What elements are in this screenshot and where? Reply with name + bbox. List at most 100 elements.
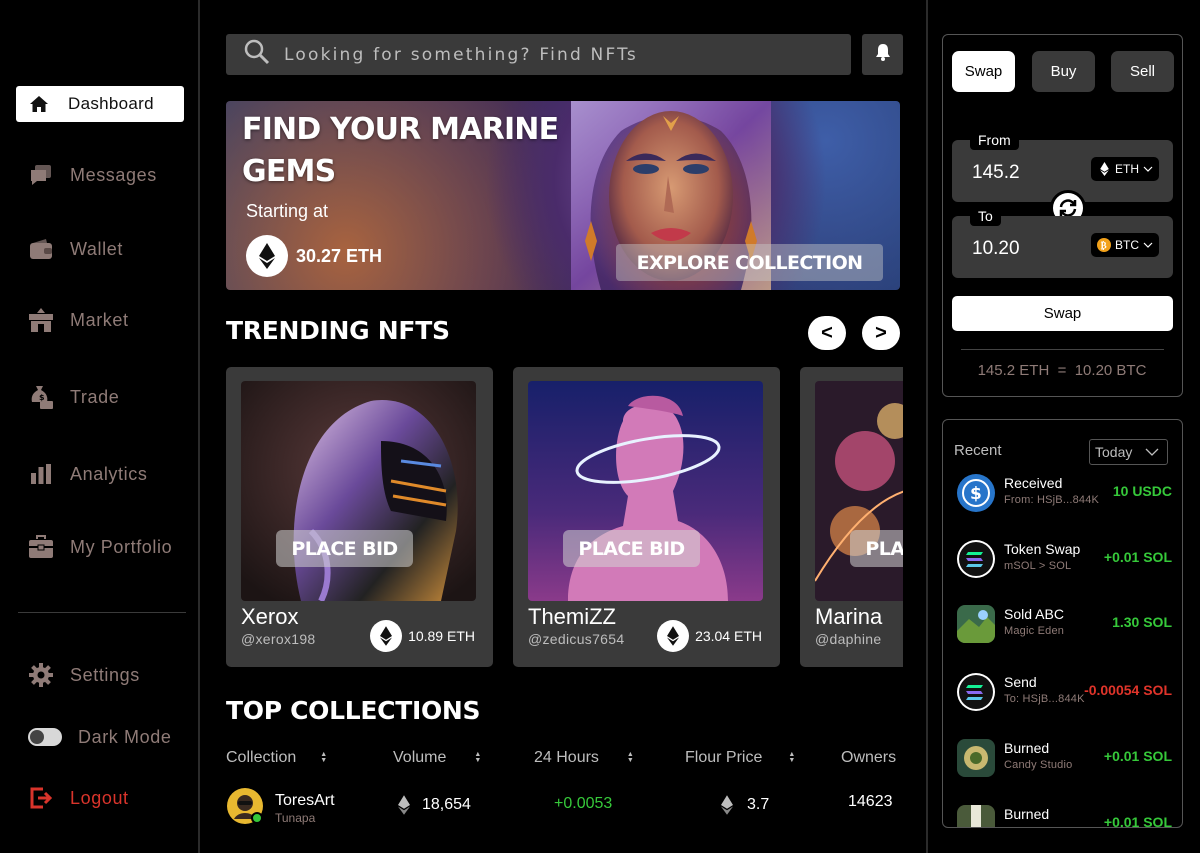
filter-value: Today bbox=[1095, 444, 1133, 460]
ethereum-icon bbox=[370, 620, 403, 652]
top-collections-title: TOP COLLECTIONS bbox=[226, 696, 481, 725]
transaction-title: Send bbox=[1004, 674, 1037, 690]
tab-swap[interactable]: Swap bbox=[952, 51, 1015, 92]
right-panel-divider bbox=[926, 0, 928, 853]
notifications-button[interactable] bbox=[862, 34, 903, 75]
transaction-amount: +0.01 SOL bbox=[1103, 549, 1172, 565]
nft-name: Xerox bbox=[241, 604, 299, 629]
token-symbol: ETH bbox=[1115, 162, 1139, 176]
svg-text:$: $ bbox=[39, 393, 45, 402]
usdc-icon: $ bbox=[957, 474, 995, 512]
column-label: Volume bbox=[393, 749, 447, 766]
sidebar-item-label: My Portfolio bbox=[70, 536, 173, 557]
nft-image bbox=[528, 381, 763, 601]
collection-avatar bbox=[226, 787, 264, 825]
column-header-volume[interactable]: Volume ▲ ▼ bbox=[393, 749, 481, 767]
trending-title: TRENDING NFTS bbox=[226, 316, 450, 345]
to-label: To bbox=[970, 206, 1001, 226]
trade-icon: $ bbox=[28, 384, 54, 410]
floor-price-value: 3.7 bbox=[747, 796, 770, 813]
explore-collection-button[interactable]: EXPLORE COLLECTION bbox=[616, 244, 883, 281]
solana-icon bbox=[957, 673, 995, 711]
column-header-collection[interactable]: Collection ▲ ▼ bbox=[226, 749, 327, 767]
to-token-select[interactable]: ₿ BTC bbox=[1091, 233, 1159, 257]
gear-icon bbox=[28, 662, 54, 688]
solana-icon bbox=[957, 540, 995, 578]
transaction-title: Token Swap bbox=[1004, 541, 1081, 557]
nft-creator-handle[interactable]: @daphine bbox=[815, 631, 881, 647]
nft-card[interactable]: PLACE BID Marina @daphine bbox=[800, 367, 903, 667]
collection-24h-change: +0.0053 bbox=[554, 795, 613, 812]
collection-floor-price: 3.7 bbox=[721, 795, 769, 815]
chevron-down-icon bbox=[1143, 242, 1153, 248]
column-header-owners[interactable]: Owners bbox=[841, 749, 896, 767]
sidebar-item-dashboard[interactable]: Dashboard bbox=[16, 86, 184, 122]
transaction-item[interactable]: Sold ABC Magic Eden 1.30 SOL bbox=[957, 604, 1172, 646]
nft-price: 23.04 ETH bbox=[657, 620, 762, 652]
nft-name: ThemiZZ bbox=[528, 604, 616, 629]
place-bid-button[interactable]: PLACE BID bbox=[850, 530, 903, 567]
transaction-amount: +0.01 SOL bbox=[1103, 814, 1172, 828]
sidebar-item-logout[interactable]: Logout bbox=[16, 780, 184, 816]
search-bar bbox=[226, 34, 851, 75]
divider bbox=[961, 349, 1164, 350]
swap-button[interactable]: Swap bbox=[952, 296, 1173, 331]
bitcoin-icon: ₿ bbox=[1097, 238, 1111, 252]
from-token-select[interactable]: ETH bbox=[1091, 157, 1159, 181]
sidebar-item-wallet[interactable]: Wallet bbox=[16, 231, 184, 267]
column-header-floor-price[interactable]: Flour Price ▲ ▼ bbox=[685, 749, 795, 767]
sidebar-item-settings[interactable]: Settings bbox=[16, 657, 184, 693]
tab-sell[interactable]: Sell bbox=[1111, 51, 1174, 92]
search-input[interactable] bbox=[284, 44, 824, 65]
transaction-item[interactable]: Burned Candy Studio +0.01 SOL bbox=[957, 738, 1172, 780]
sidebar-item-label: Dark Mode bbox=[78, 726, 172, 747]
from-amount-input[interactable] bbox=[972, 162, 1082, 184]
nft-card[interactable]: PLACE BID Xerox @xerox198 10.89 ETH bbox=[226, 367, 493, 667]
nft-name: Marina bbox=[815, 604, 883, 629]
toggle-switch[interactable] bbox=[28, 728, 62, 746]
sidebar-item-label: Logout bbox=[70, 787, 129, 808]
transaction-title: Sold ABC bbox=[1004, 606, 1064, 622]
nft-image bbox=[241, 381, 476, 601]
sidebar-item-label: Messages bbox=[70, 164, 157, 185]
transaction-item[interactable]: Token Swap mSOL > SOL +0.01 SOL bbox=[957, 539, 1172, 581]
search-icon bbox=[244, 39, 270, 70]
transaction-item[interactable]: Burned +0.01 SOL bbox=[957, 804, 1172, 828]
tab-buy[interactable]: Buy bbox=[1032, 51, 1095, 92]
sidebar-item-messages[interactable]: Messages bbox=[16, 157, 184, 193]
column-label: 24 Hours bbox=[534, 749, 599, 766]
sidebar-item-label: Settings bbox=[70, 664, 140, 685]
nft-creator-handle[interactable]: @xerox198 bbox=[241, 631, 316, 647]
nft-creator-handle[interactable]: @zedicus7654 bbox=[528, 631, 624, 647]
sidebar-item-trade[interactable]: $ Trade bbox=[16, 379, 184, 415]
collection-subtitle: Tunapa bbox=[275, 811, 316, 825]
to-amount-input[interactable] bbox=[972, 238, 1082, 260]
sort-icon: ▲ ▼ bbox=[320, 751, 328, 764]
hero-subtitle: Starting at bbox=[246, 201, 329, 221]
place-bid-button[interactable]: PLACE BID bbox=[563, 530, 700, 567]
sort-icon: ▲ ▼ bbox=[788, 751, 796, 764]
column-label: Owners bbox=[841, 749, 897, 766]
messages-icon bbox=[28, 162, 54, 188]
transaction-item[interactable]: Send To: HSjB...844K -0.00054 SOL bbox=[957, 672, 1172, 714]
hero-banner: FIND YOUR MARINE GEMS Starting at 30.27 … bbox=[226, 101, 900, 290]
nft-card[interactable]: PLACE BID ThemiZZ @zedicus7654 23.04 ETH bbox=[513, 367, 780, 667]
svg-text:$: $ bbox=[970, 484, 982, 504]
carousel-prev-button[interactable]: < bbox=[808, 316, 846, 350]
dark-mode-toggle[interactable]: Dark Mode bbox=[16, 719, 184, 755]
to-field: To ₿ BTC bbox=[952, 206, 1173, 278]
sidebar-item-analytics[interactable]: Analytics bbox=[16, 456, 184, 492]
place-bid-button[interactable]: PLACE BID bbox=[276, 530, 413, 567]
transaction-item[interactable]: $ Received From: HSjB...844K 10 USDC bbox=[957, 473, 1172, 515]
collection-volume: 18,654 bbox=[398, 795, 471, 815]
token-symbol: BTC bbox=[1115, 238, 1139, 252]
home-icon bbox=[28, 91, 50, 117]
column-header-24-hours[interactable]: 24 Hours ▲ ▼ bbox=[534, 749, 634, 767]
ethereum-icon bbox=[1097, 162, 1111, 176]
nft-price-value: 23.04 ETH bbox=[695, 628, 762, 644]
sidebar-item-portfolio[interactable]: My Portfolio bbox=[16, 529, 184, 565]
sidebar-item-market[interactable]: Market bbox=[16, 302, 184, 338]
recent-filter-select[interactable]: Today bbox=[1089, 439, 1168, 465]
sort-icon: ▲ ▼ bbox=[626, 751, 634, 764]
carousel-next-button[interactable]: > bbox=[862, 316, 900, 350]
